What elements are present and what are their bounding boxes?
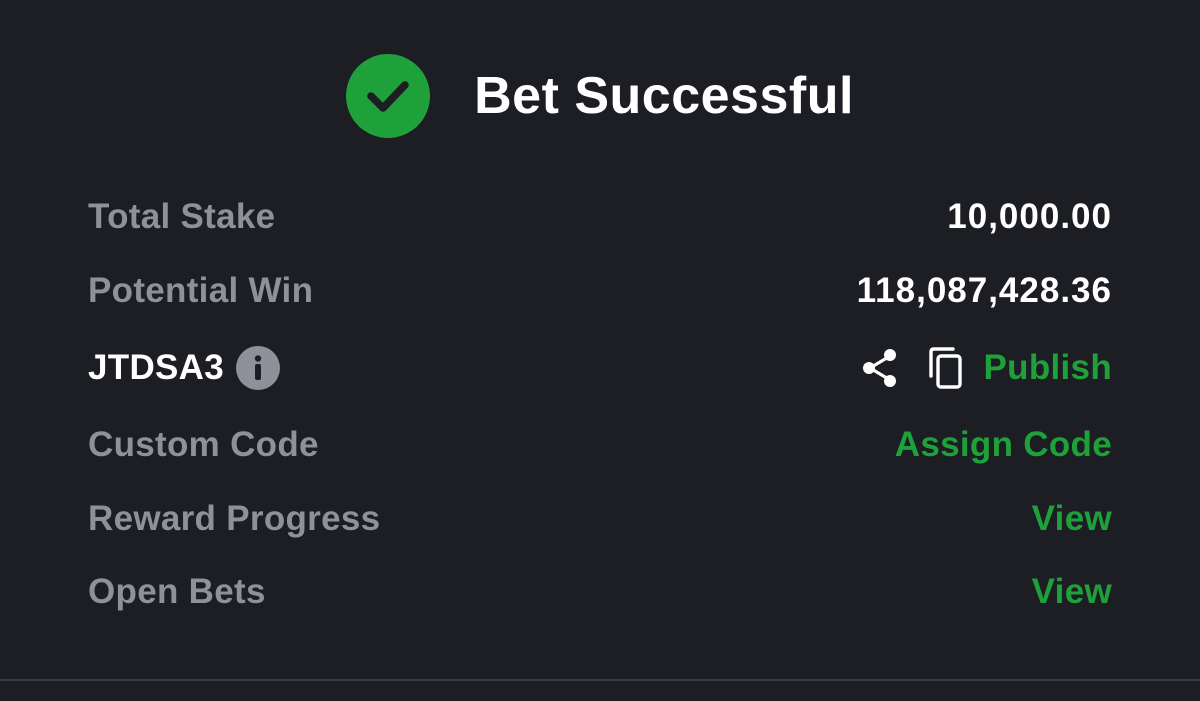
booking-code: JTDSA3 xyxy=(88,348,225,387)
total-stake-row: Total Stake 10,000.00 xyxy=(88,192,1112,242)
reward-progress-view-link[interactable]: View xyxy=(1032,499,1112,539)
reward-progress-row: Reward Progress View xyxy=(88,494,1112,544)
assign-code-link[interactable]: Assign Code xyxy=(895,425,1112,465)
potential-win-label: Potential Win xyxy=(88,271,314,310)
reward-progress-label: Reward Progress xyxy=(88,499,381,538)
success-header: Bet Successful xyxy=(0,54,1200,138)
open-bets-row: Open Bets View xyxy=(88,567,1112,617)
total-stake-label: Total Stake xyxy=(88,197,276,236)
open-bets-view-link[interactable]: View xyxy=(1032,572,1112,612)
copy-icon[interactable] xyxy=(926,346,964,390)
booking-code-group: JTDSA3 xyxy=(88,346,281,390)
page-title: Bet Successful xyxy=(474,67,854,125)
total-stake-value: 10,000.00 xyxy=(947,197,1112,236)
open-bets-label: Open Bets xyxy=(88,572,266,611)
publish-link[interactable]: Publish xyxy=(984,348,1113,388)
booking-code-row: JTDSA3 Publish xyxy=(88,343,1112,393)
custom-code-row: Custom Code Assign Code xyxy=(88,420,1112,470)
share-icon[interactable] xyxy=(860,347,900,389)
info-icon[interactable] xyxy=(236,346,281,390)
potential-win-value: 118,087,428.36 xyxy=(856,271,1112,310)
divider xyxy=(0,679,1200,681)
potential-win-row: Potential Win 118,087,428.36 xyxy=(88,266,1112,316)
custom-code-label: Custom Code xyxy=(88,425,319,464)
check-circle-icon xyxy=(346,54,431,138)
booking-code-actions: Publish xyxy=(860,346,1113,390)
